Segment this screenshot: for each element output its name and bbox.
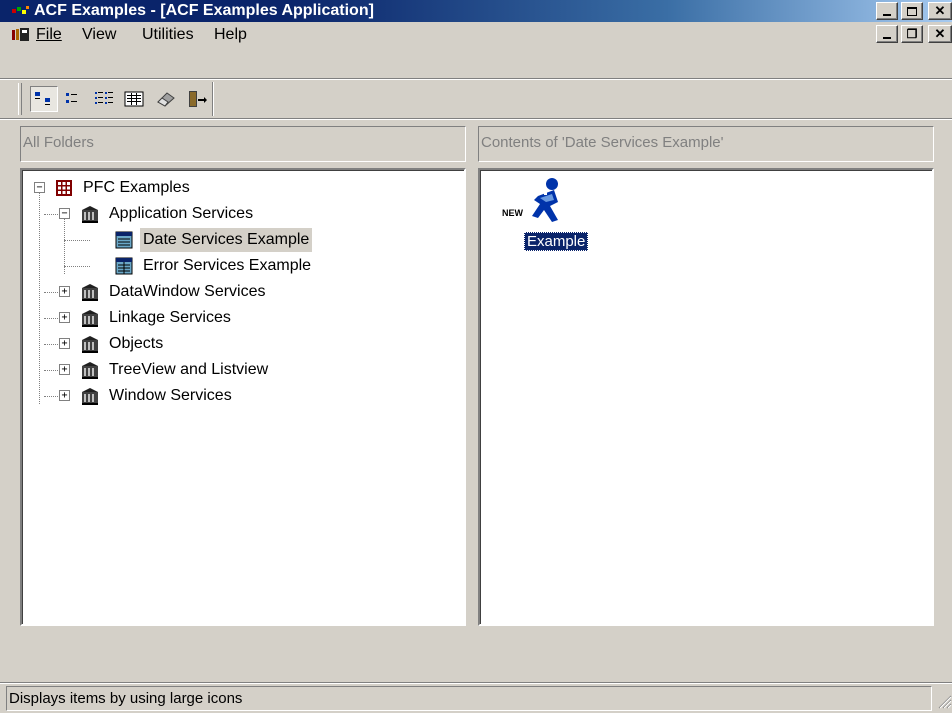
status-bar: Displays items by using large icons [6,686,932,711]
tree-node-linkage-services[interactable]: + Linkage Services [22,306,462,330]
menu-bar: File View Utilities Help ❐ ✕ [0,22,952,48]
tree-node-pfc-examples[interactable]: − PFC Examples [22,176,462,200]
menu-view-label: View [82,26,117,43]
tree-node-label: TreeView and Listview [109,361,269,378]
small-icons-view-icon [66,93,77,103]
child-close-button[interactable]: ✕ [928,25,952,43]
list-view-icon [95,92,113,104]
large-icons-view-icon [35,92,50,105]
contents-list[interactable]: NEW Example [478,168,934,626]
document-icon[interactable] [12,28,30,42]
tree-node-application-services[interactable]: − Application Services [22,202,462,226]
small-icons-view-button[interactable] [60,86,88,112]
tree-node-label: Objects [109,335,164,352]
tree-node-treeview-and-listview[interactable]: + TreeView and Listview [22,358,462,382]
tree-node-label: Window Services [109,387,232,404]
right-panel-header-text: Contents of 'Date Services Example' [481,134,724,151]
library-icon [82,362,98,379]
tree-node-objects[interactable]: + Objects [22,332,462,356]
collapse-toggle[interactable]: − [59,208,70,219]
title-bar: ACF Examples - [ACF Examples Application… [0,0,952,22]
library-icon [82,388,98,405]
minimize-icon [883,37,891,39]
menu-file-label: File [36,26,62,43]
tree-node-error-services-example[interactable]: Error Services Example [22,254,462,278]
library-icon [82,310,98,327]
child-restore-button[interactable]: ❐ [901,25,923,43]
close-icon: ✕ [934,3,946,18]
child-minimize-button[interactable] [876,25,898,43]
app-icon[interactable] [12,5,30,17]
restore-icon: ❐ [906,27,918,41]
left-panel-header: All Folders [20,126,466,162]
library-icon [82,336,98,353]
menu-help-label: Help [214,26,247,43]
grid-icon [56,180,72,196]
resize-grip-icon[interactable] [934,690,952,710]
collapse-toggle[interactable]: − [34,182,45,193]
tree-node-label: Linkage Services [109,309,231,326]
status-separator [0,682,952,684]
toolbar-end-separator [212,82,214,116]
list-item-example[interactable]: NEW Example [480,170,620,270]
eraser-icon [157,92,175,107]
menu-file[interactable]: File [32,25,66,45]
status-text: Displays items by using large icons [9,690,243,707]
menu-help[interactable]: Help [210,25,251,45]
list-item-label: Example [524,232,589,251]
tree-node-label: Application Services [109,205,254,222]
minimize-icon [883,14,891,16]
library-icon [82,284,98,301]
right-panel-header: Contents of 'Date Services Example' [478,126,934,162]
minimize-button[interactable] [876,2,898,20]
maximize-icon [907,6,917,16]
expand-toggle[interactable]: + [59,364,70,375]
tree-node-label: Error Services Example [143,257,312,274]
running-man-icon: NEW [502,178,558,222]
left-panel-header-text: All Folders [23,134,94,151]
details-view-icon [124,91,144,107]
tree-node-label: Date Services Example [140,228,313,252]
tree-node-label: DataWindow Services [109,283,266,300]
window-icon [115,257,133,275]
large-icons-view-button[interactable] [30,86,58,112]
menu-view[interactable]: View [78,25,120,45]
tree-node-datawindow-services[interactable]: + DataWindow Services [22,280,462,304]
close-button[interactable]: ✕ [928,2,952,20]
menu-utilities-label: Utilities [142,26,194,43]
toolbar-separator [0,118,952,120]
close-icon: ✕ [934,26,946,41]
expand-toggle[interactable]: + [59,312,70,323]
expand-toggle[interactable]: + [59,390,70,401]
tree-node-label: PFC Examples [83,179,190,196]
window-icon [115,231,133,249]
tree-node-date-services-example[interactable]: Date Services Example [22,228,462,252]
details-view-button[interactable] [120,86,148,112]
menu-separator [0,78,952,80]
list-view-button[interactable] [90,86,118,112]
toolbar-grip[interactable] [18,83,22,115]
expand-toggle[interactable]: + [59,286,70,297]
menu-utilities[interactable]: Utilities [138,25,198,45]
library-icon [82,206,98,223]
eraser-button[interactable] [152,86,180,112]
tree-node-window-services[interactable]: + Window Services [22,384,462,408]
expand-toggle[interactable]: + [59,338,70,349]
folder-tree[interactable]: − PFC Examples − Application Services Da… [20,168,466,626]
window-title: ACF Examples - [ACF Examples Application… [34,2,374,19]
new-badge: NEW [502,208,524,218]
maximize-button[interactable] [901,2,923,20]
exit-door-icon [189,91,207,107]
exit-button[interactable] [182,86,210,112]
